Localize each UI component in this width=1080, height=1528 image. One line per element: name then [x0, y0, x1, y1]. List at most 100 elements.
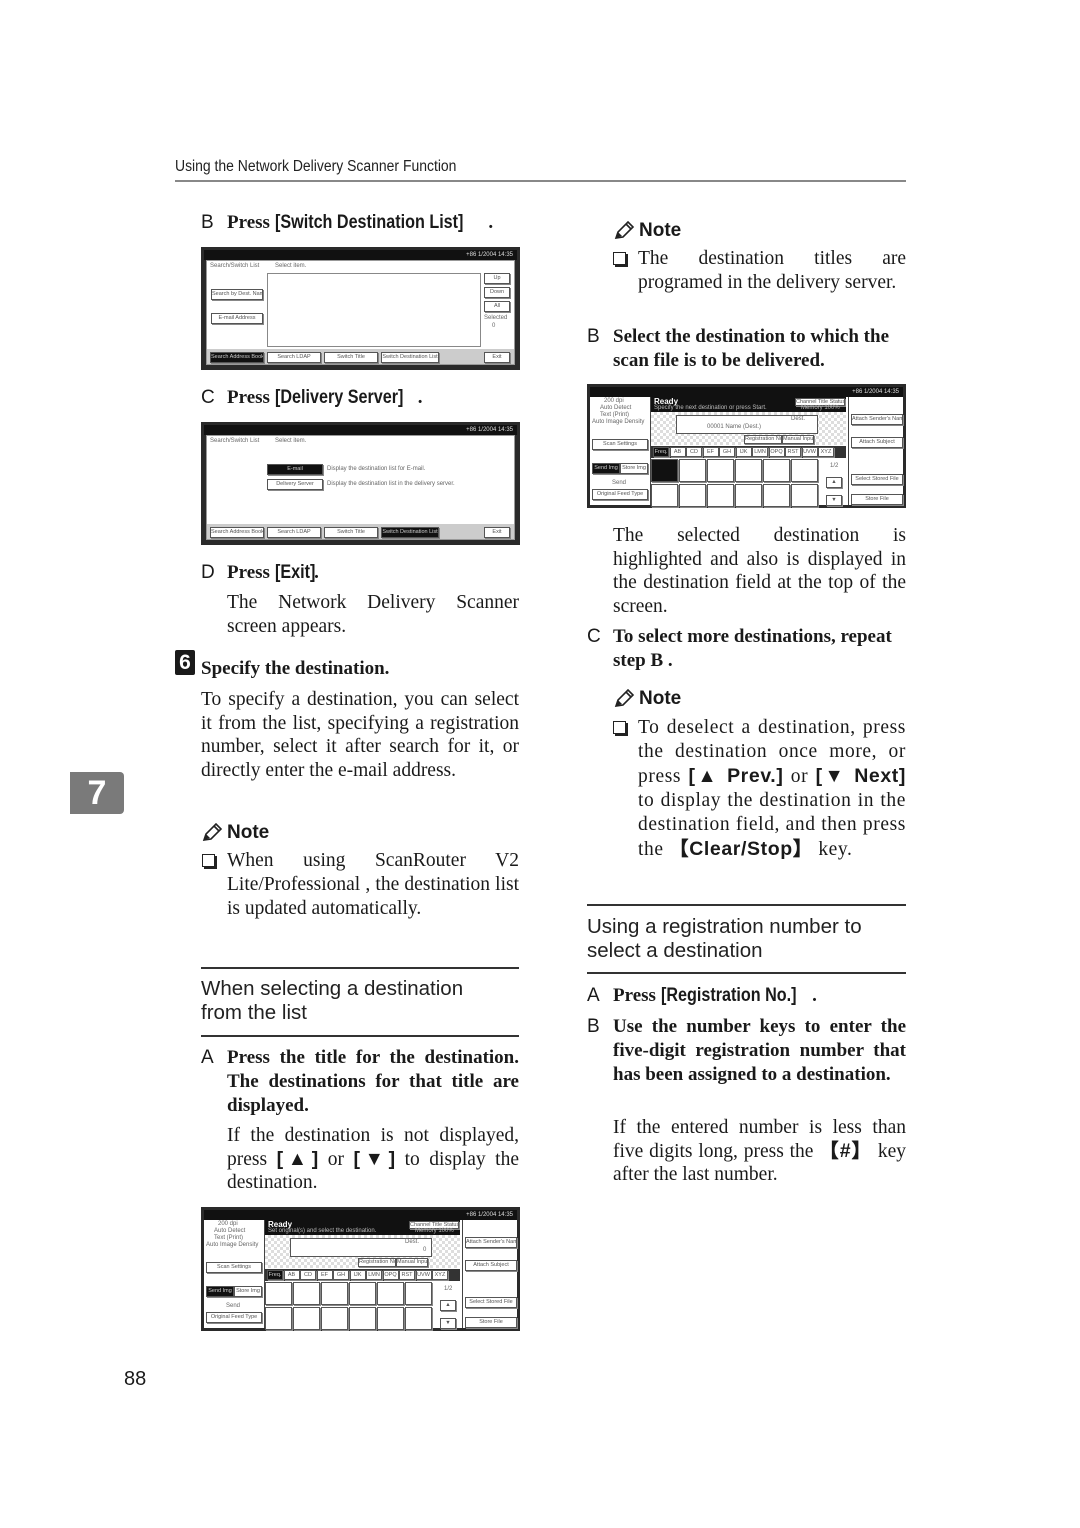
store-file-button[interactable]: Store File	[465, 1317, 517, 1328]
send-img-button[interactable]: Send Img	[206, 1286, 234, 1297]
tab-search-address-book[interactable]: Search Address Book	[210, 352, 264, 363]
original-feed-type-button[interactable]: Original Feed Type	[206, 1312, 262, 1323]
screen-body: Search/Switch List Select item. E-mail D…	[206, 435, 515, 540]
destination-key[interactable]	[651, 459, 678, 482]
tab-search-address-book[interactable]: Search Address Book	[210, 527, 264, 538]
destination-key[interactable]	[791, 459, 818, 482]
scan-settings-button[interactable]: Scan Settings	[206, 1262, 262, 1273]
tab-switch-destination-list[interactable]: Switch Destination List	[381, 527, 439, 538]
next-button[interactable]: ▼	[826, 495, 842, 506]
destination-key[interactable]	[763, 459, 790, 482]
title-tab[interactable]: UVW	[801, 447, 818, 457]
title-tab[interactable]: OPQ	[768, 447, 785, 457]
title-tab[interactable]: Freq.	[653, 447, 669, 457]
title-tab[interactable]: GH	[719, 447, 735, 457]
destination-key[interactable]	[791, 484, 818, 507]
destination-key[interactable]	[377, 1307, 404, 1330]
down-button[interactable]: Down	[484, 287, 510, 298]
title-tab[interactable]: UVW	[415, 1270, 432, 1280]
scan-settings-button[interactable]: Scan Settings	[592, 439, 648, 450]
destination-key[interactable]	[349, 1282, 376, 1305]
select-stored-file-button[interactable]: Select Stored File	[465, 1297, 517, 1308]
attach-sender-name-button[interactable]: Attach Sender's Name	[465, 1237, 517, 1248]
email-address-button[interactable]: E-mail Address	[211, 313, 263, 324]
email-option-button[interactable]: E-mail	[267, 464, 323, 475]
prev-button[interactable]: ▲	[826, 477, 842, 488]
title-tab[interactable]: RST	[785, 447, 801, 457]
destination-key[interactable]	[763, 484, 790, 507]
destination-area: Dest. 0 Registration No. Manual Input	[265, 1235, 460, 1268]
screen-body: Search/Switch List Select item. Search b…	[206, 260, 515, 365]
title-tab[interactable]: XYZ	[818, 447, 834, 457]
exit-button[interactable]: Exit	[484, 527, 510, 538]
store-img-button[interactable]: Store Img	[234, 1286, 262, 1297]
send-img-button[interactable]: Send Img	[592, 463, 620, 474]
title-tab[interactable]: Freq.	[267, 1270, 283, 1280]
original-feed-type-button[interactable]: Original Feed Type	[592, 489, 648, 500]
prev-button[interactable]: ▲	[440, 1300, 456, 1311]
destination-key[interactable]	[349, 1307, 376, 1330]
destination-key[interactable]	[735, 484, 762, 507]
manual-input-button[interactable]: Manual Input	[782, 435, 814, 444]
attach-subject-button[interactable]: Attach Subject	[851, 437, 903, 448]
destination-key[interactable]	[405, 1282, 432, 1305]
store-file-button[interactable]: Store File	[851, 494, 903, 505]
title-tab[interactable]: EF	[316, 1270, 333, 1280]
attach-subject-button[interactable]: Attach Subject	[465, 1260, 517, 1271]
registration-no-button[interactable]: Registration No.	[358, 1258, 396, 1267]
destination-key[interactable]	[265, 1307, 292, 1330]
destination-key[interactable]	[707, 459, 734, 482]
destination-key[interactable]	[735, 459, 762, 482]
destination-key[interactable]	[651, 484, 678, 507]
up-button[interactable]: Up	[484, 273, 510, 284]
destination-key[interactable]	[679, 484, 706, 507]
all-button[interactable]: All	[484, 301, 510, 312]
title-tab[interactable]: OPQ	[382, 1270, 399, 1280]
manual-input-button[interactable]: Manual Input	[396, 1258, 428, 1267]
next-button[interactable]: ▼	[440, 1318, 456, 1329]
destination-key[interactable]	[293, 1282, 320, 1305]
exit-button[interactable]: Exit	[484, 352, 510, 363]
destination-key[interactable]	[321, 1307, 348, 1330]
title-tab[interactable]: RST	[399, 1270, 415, 1280]
step-letter: C	[587, 626, 601, 647]
search-by-dest-name-button[interactable]: Search by Dest. Name	[211, 289, 263, 300]
tab-switch-title[interactable]: Switch Title	[324, 527, 378, 538]
title-tab[interactable]: AB	[283, 1270, 300, 1280]
title-tab[interactable]: IJK	[349, 1270, 366, 1280]
attach-sender-name-button[interactable]: Attach Sender's Name	[851, 414, 903, 425]
title-tab[interactable]: EF	[702, 447, 719, 457]
title-tab[interactable]: IJK	[735, 447, 752, 457]
dest-label: Dest.	[405, 1239, 420, 1245]
destination-key[interactable]	[265, 1282, 292, 1305]
tab-search-ldap[interactable]: Search LDAP	[267, 527, 321, 538]
destination-key[interactable]	[293, 1307, 320, 1330]
title-tab[interactable]: LMN	[366, 1270, 382, 1280]
select-item-label: Select item.	[275, 438, 307, 444]
checkbox-bullet-icon	[202, 854, 215, 867]
destination-key[interactable]	[679, 459, 706, 482]
destination-grid	[651, 459, 821, 509]
destination-key[interactable]	[405, 1307, 432, 1330]
step-d-exit: D Press [Exit].	[201, 561, 319, 585]
select-stored-file-button[interactable]: Select Stored File	[851, 474, 903, 485]
registration-no-button[interactable]: Registration No.	[744, 435, 782, 444]
title-tab[interactable]: CD	[300, 1270, 316, 1280]
delivery-server-option-button[interactable]: Delivery Server	[267, 479, 323, 490]
tab-switch-title[interactable]: Switch Title	[324, 352, 378, 363]
title-tab[interactable]: GH	[333, 1270, 349, 1280]
title-tab[interactable]: XYZ	[432, 1270, 448, 1280]
key-switch-destination-list: [Switch Destination List]	[274, 212, 464, 233]
tab-search-ldap[interactable]: Search LDAP	[267, 352, 321, 363]
title-tab[interactable]: LMN	[752, 447, 768, 457]
section-rule-bottom	[587, 972, 906, 974]
title-tab[interactable]: CD	[686, 447, 702, 457]
destination-key[interactable]	[707, 484, 734, 507]
section-rule-bottom	[201, 1035, 519, 1037]
store-img-button[interactable]: Store Img	[620, 463, 648, 474]
tab-switch-destination-list[interactable]: Switch Destination List	[381, 352, 439, 363]
title-tab[interactable]: AB	[669, 447, 686, 457]
destination-key[interactable]	[321, 1282, 348, 1305]
step-a-press-title: A Press the title for the destination. T…	[201, 1046, 519, 1118]
destination-key[interactable]	[377, 1282, 404, 1305]
